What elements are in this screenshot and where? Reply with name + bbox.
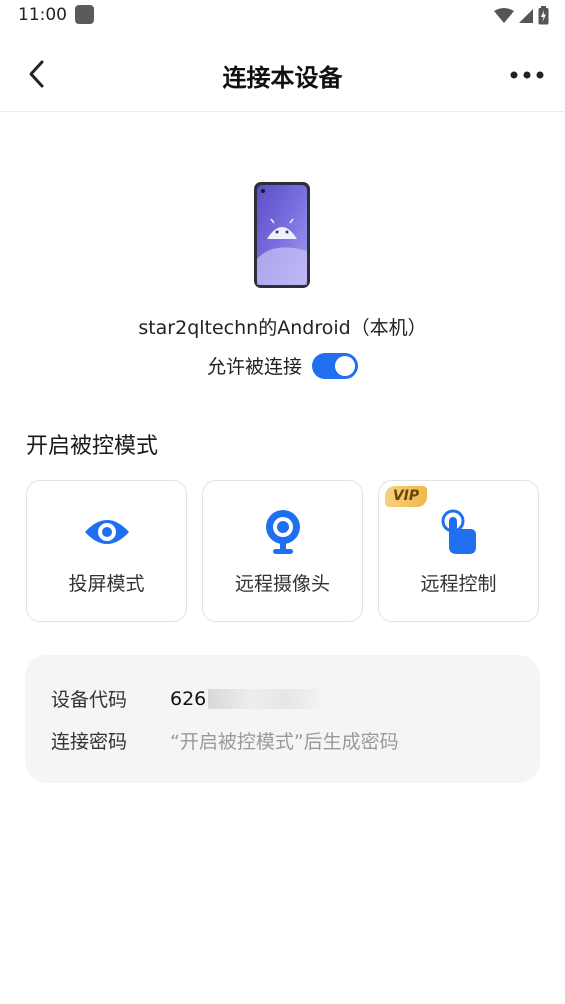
allow-connection-toggle[interactable]: [312, 352, 358, 379]
device-code-label: 设备代码: [51, 689, 128, 711]
password-label: 连接密码: [51, 731, 128, 753]
more-dots-icon: [510, 71, 544, 79]
redacted-code: [208, 688, 321, 709]
mode-label: 远程摄像头: [234, 573, 330, 595]
vip-badge: VIP: [385, 486, 427, 507]
status-time: 11:00: [18, 5, 67, 25]
signal-icon: [519, 8, 533, 23]
password-row: 连接密码 “开启被控模式”后生成密码: [51, 727, 399, 754]
toggle-knob: [335, 355, 355, 376]
status-icons: [494, 6, 549, 25]
android-phone-icon: [254, 182, 310, 288]
device-code-row: 设备代码 626: [51, 685, 321, 712]
mode-label: 远程控制: [420, 573, 497, 595]
webcam-icon: [203, 509, 362, 555]
eye-icon: [27, 509, 186, 555]
remote-control-mode-card[interactable]: VIP 远程控制: [378, 480, 539, 622]
app-header: 连接本设备: [0, 40, 565, 112]
touch-hand-icon: [379, 509, 538, 555]
device-code-value[interactable]: 626: [170, 688, 206, 710]
wifi-icon: [494, 7, 514, 23]
screen-cast-mode-card[interactable]: 投屏模式: [26, 480, 187, 622]
mode-label: 投屏模式: [68, 573, 145, 595]
section-title: 开启被控模式: [26, 434, 159, 459]
battery-charging-icon: [538, 6, 549, 25]
page-title: 连接本设备: [222, 64, 343, 92]
status-bar: 11:00: [0, 0, 565, 32]
device-name: star2qltechn的Android（本机）: [138, 317, 427, 339]
more-button[interactable]: [507, 60, 547, 90]
password-hint: “开启被控模式”后生成密码: [170, 731, 399, 753]
allow-connection-row: 允许被连接: [0, 352, 565, 379]
remote-camera-mode-card[interactable]: 远程摄像头: [202, 480, 363, 622]
connection-info-card: 设备代码 626 连接密码 “开启被控模式”后生成密码: [25, 655, 540, 783]
allow-connection-label: 允许被连接: [206, 356, 302, 378]
phone-illustration: [253, 181, 311, 289]
notification-app-icon: [75, 5, 94, 24]
